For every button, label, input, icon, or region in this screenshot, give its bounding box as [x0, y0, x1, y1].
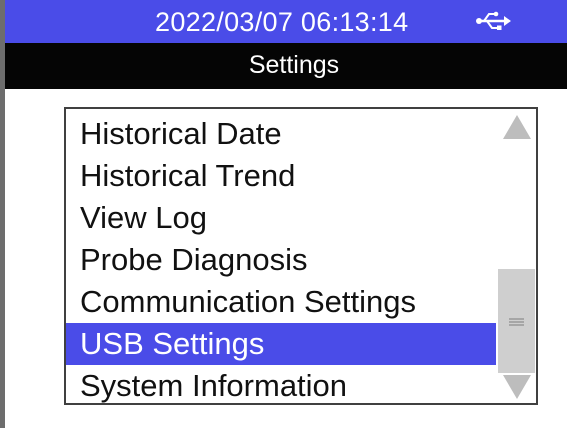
- menu-item-communication-settings[interactable]: Communication Settings: [66, 281, 496, 323]
- triangle-down-icon[interactable]: [501, 373, 533, 401]
- menu-item-usb-settings[interactable]: USB Settings: [66, 323, 496, 365]
- menu-item-system-information[interactable]: System Information: [66, 365, 496, 407]
- usb-icon: [475, 11, 511, 31]
- menu-item-historical-date[interactable]: Historical Date: [66, 113, 496, 155]
- settings-menu-list[interactable]: Historical Date Historical Trend View Lo…: [64, 107, 538, 405]
- datetime-display: 2022/03/07 06:13:14: [155, 7, 409, 37]
- vertical-scrollbar[interactable]: [497, 109, 536, 403]
- triangle-up-icon[interactable]: [501, 113, 533, 141]
- device-screen: 2022/03/07 06:13:14 Settings Historical …: [0, 0, 567, 428]
- grip-lines-icon: [509, 313, 524, 326]
- page-title: Settings: [248, 51, 340, 79]
- title-bar: Settings: [5, 43, 567, 89]
- menu-item-historical-trend[interactable]: Historical Trend: [66, 155, 496, 197]
- scrollbar-thumb[interactable]: [498, 269, 535, 373]
- menu-item-probe-diagnosis[interactable]: Probe Diagnosis: [66, 239, 496, 281]
- status-bar: 2022/03/07 06:13:14: [5, 0, 567, 43]
- menu-item-view-log[interactable]: View Log: [66, 197, 496, 239]
